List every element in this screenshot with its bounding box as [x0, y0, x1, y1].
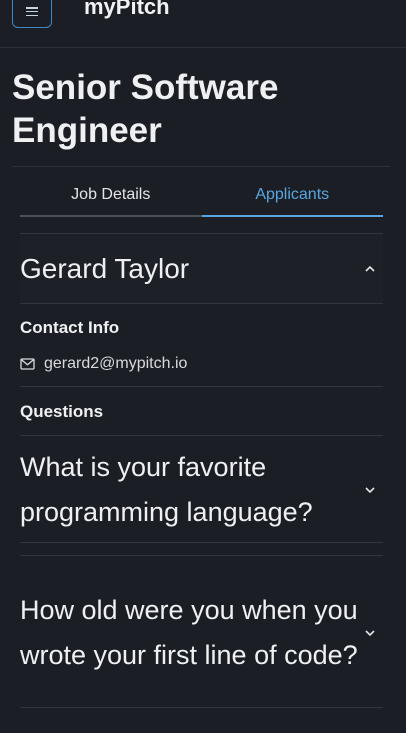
question-text: What is your favorite programming langua…	[20, 452, 313, 527]
contact-info-heading: Contact Info	[20, 318, 120, 337]
divider	[20, 386, 383, 387]
mail-icon	[20, 358, 35, 370]
page: myPitch Senior Software Engineer Job Det…	[0, 0, 406, 733]
top-navbar: myPitch	[0, 0, 406, 48]
divider	[20, 435, 383, 436]
applicant-email[interactable]: gerard2@mypitch.io	[44, 355, 187, 373]
tab-bar: Job Details Applicants	[20, 176, 383, 217]
chevron-down-icon	[359, 622, 381, 644]
chevron-up-icon	[359, 258, 381, 280]
question-accordion-header[interactable]: How old were you when you wrote your fir…	[20, 564, 383, 701]
email-row: gerard2@mypitch.io	[20, 353, 187, 375]
divider	[20, 555, 383, 556]
menu-toggle-button[interactable]	[12, 0, 52, 28]
question-text: How old were you when you wrote your fir…	[20, 594, 358, 670]
tab-applicants[interactable]: Applicants	[201, 176, 383, 217]
applicant-name: Gerard Taylor	[20, 252, 190, 284]
divider	[20, 707, 383, 708]
divider	[20, 542, 383, 543]
divider	[20, 303, 383, 304]
hamburger-menu-icon	[26, 7, 38, 16]
brand-name[interactable]: myPitch	[84, 0, 170, 20]
job-title: Senior Software Engineer	[12, 68, 279, 150]
tab-job-details[interactable]: Job Details	[20, 176, 202, 217]
applicant-accordion-header[interactable]: Gerard Taylor	[20, 234, 383, 303]
questions-heading: Questions	[20, 402, 104, 421]
chevron-down-icon	[359, 479, 381, 501]
divider	[12, 166, 390, 167]
question-accordion-header[interactable]: What is your favorite programming langua…	[20, 444, 383, 536]
